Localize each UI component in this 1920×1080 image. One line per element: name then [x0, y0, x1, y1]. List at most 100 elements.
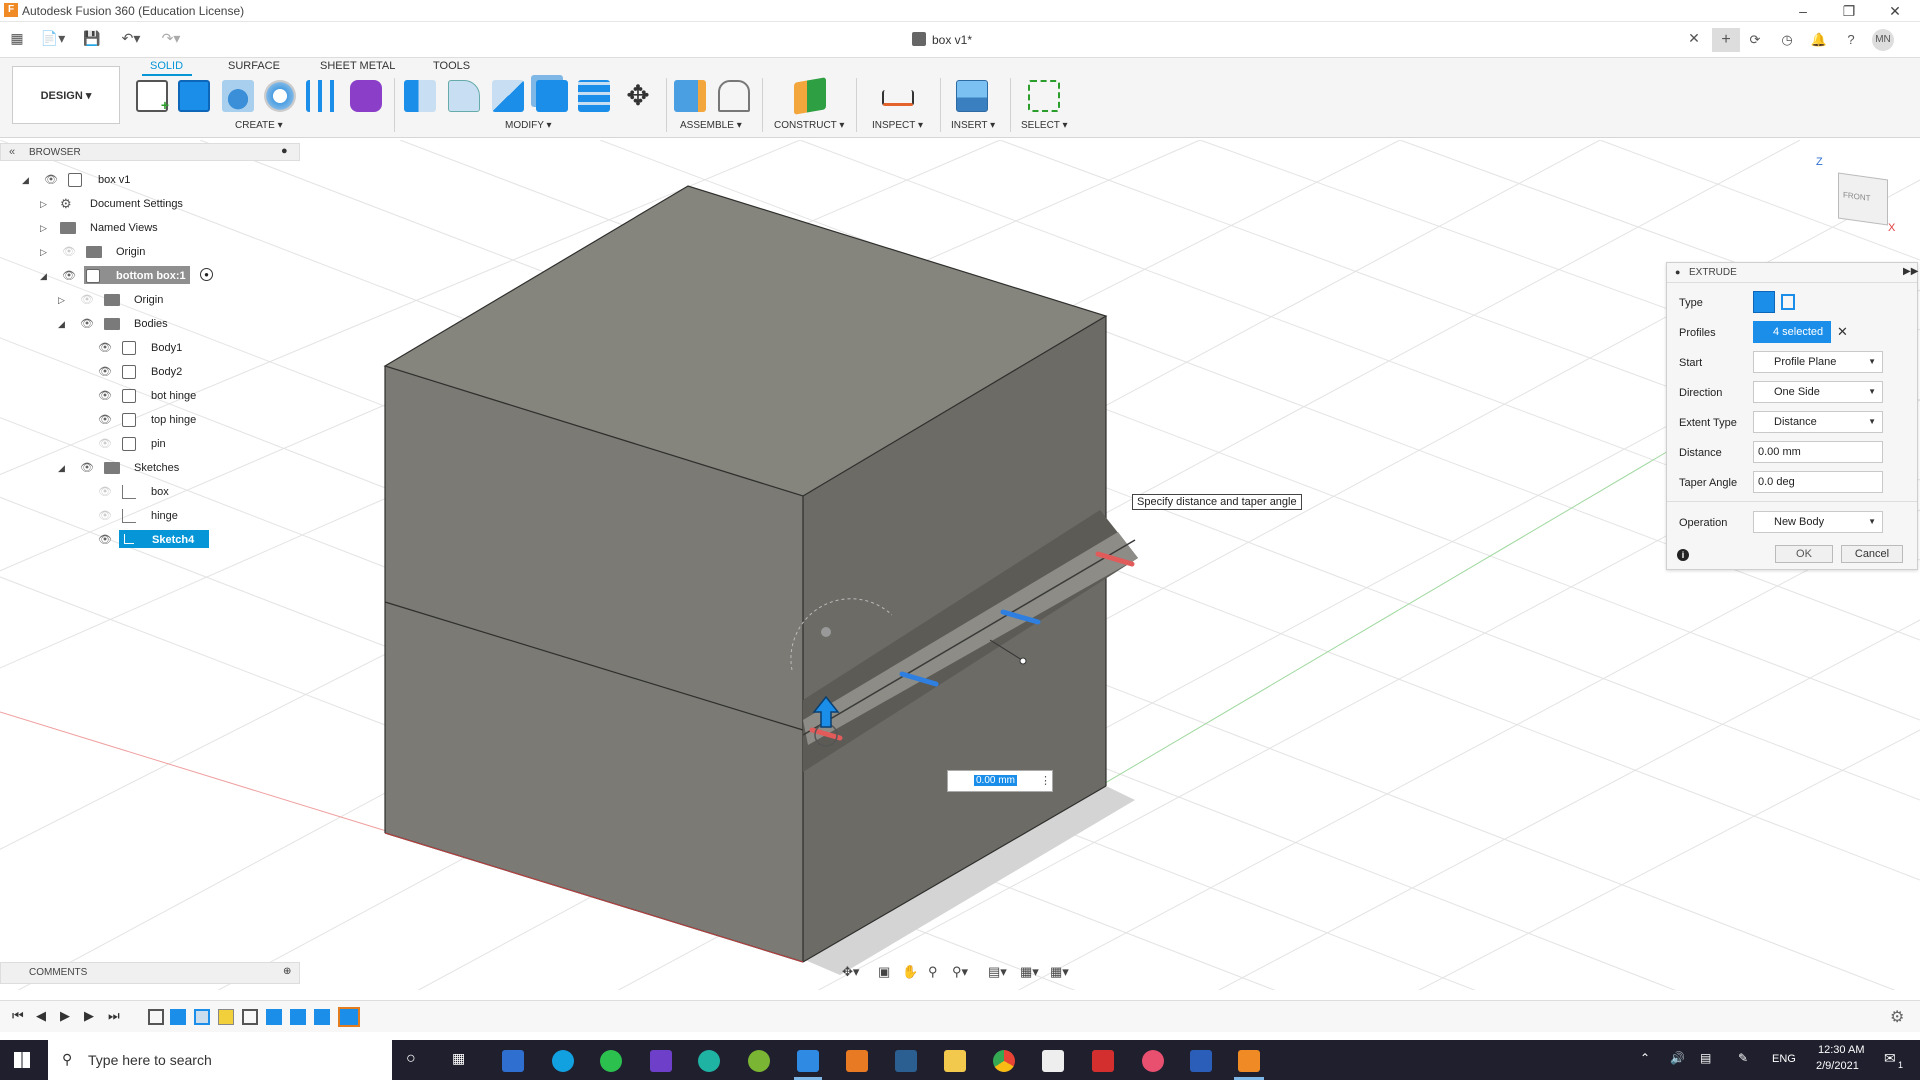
tree-row-component[interactable]: ◢ 👁 bottom box:1 ●	[0, 264, 300, 288]
visibility-eye-icon[interactable]: 👁	[98, 415, 112, 426]
tree-row-top-hinge[interactable]: 👁 top hinge	[0, 408, 300, 432]
distance-input-box[interactable]: 0.00 mm ⋮	[947, 770, 1053, 792]
hole-icon[interactable]	[264, 80, 296, 112]
timeline-sketch-icon[interactable]	[148, 1009, 164, 1025]
undo-icon[interactable]: ↶▾	[116, 30, 146, 50]
file-menu-icon[interactable]: 📄▾	[38, 30, 68, 50]
move-copy-icon[interactable]: ✥	[622, 80, 654, 112]
visibility-eye-icon[interactable]: 👁	[98, 439, 112, 450]
edge-legacy-icon[interactable]	[552, 1050, 574, 1072]
timeline-sketch-icon[interactable]	[242, 1009, 258, 1025]
insert-image-icon[interactable]	[956, 80, 988, 112]
joint-icon[interactable]	[718, 80, 750, 112]
tree-row-pin[interactable]: 👁 pin	[0, 432, 300, 456]
shell-icon[interactable]	[536, 80, 568, 112]
inkscape-icon[interactable]	[1042, 1050, 1064, 1072]
visibility-eye-icon[interactable]: 👁	[80, 319, 94, 330]
tab-tools[interactable]: TOOLS	[433, 60, 470, 72]
visibility-eye-icon[interactable]: 👁	[98, 367, 112, 378]
store-icon[interactable]	[502, 1050, 524, 1072]
type-solid-button[interactable]	[1753, 291, 1775, 313]
close-window-button[interactable]: ✕	[1872, 0, 1918, 22]
taper-angle-field[interactable]: 0.0 deg	[1753, 471, 1883, 493]
browser-options-icon[interactable]: ●	[281, 145, 288, 157]
tree-row-document-settings[interactable]: ▷ ⚙ Document Settings	[0, 192, 300, 216]
new-component-icon[interactable]	[674, 80, 706, 112]
file-explorer-icon[interactable]	[944, 1050, 966, 1072]
design-workspace-button[interactable]: DESIGN ▾	[12, 66, 120, 124]
operation-select[interactable]: New Body ▼	[1753, 511, 1883, 533]
visibility-eye-icon[interactable]: 👁	[44, 175, 58, 186]
tree-row-root[interactable]: ◢ 👁 box v1	[0, 168, 300, 192]
manipulator-dot[interactable]	[821, 627, 831, 637]
tree-row-body1[interactable]: 👁 Body1	[0, 336, 300, 360]
dimension-point[interactable]	[1019, 657, 1027, 665]
xbox-icon[interactable]	[748, 1050, 770, 1072]
fit-icon[interactable]: ⚲▾	[952, 964, 968, 980]
timeline-extrude-icon[interactable]	[266, 1009, 282, 1025]
more-options-icon[interactable]: ⋮	[1040, 774, 1051, 787]
assemble-group-label[interactable]: ASSEMBLE ▾	[680, 120, 742, 131]
collapse-triangle-icon[interactable]: ◢	[58, 319, 68, 329]
visual-studio-icon[interactable]	[650, 1050, 672, 1072]
visibility-eye-icon[interactable]: 👁	[62, 271, 76, 282]
mail-icon[interactable]	[797, 1050, 819, 1072]
visibility-eye-icon[interactable]: 👁	[80, 463, 94, 474]
start-select[interactable]: Profile Plane ▼	[1753, 351, 1883, 373]
steam-icon[interactable]	[895, 1050, 917, 1072]
rectangular-pattern-icon[interactable]	[306, 80, 338, 112]
taskbar-search-box[interactable]: ⚲ Type here to search	[48, 1040, 392, 1080]
add-comment-icon[interactable]: ⊕	[283, 966, 291, 977]
last-step-icon[interactable]: ⏭	[108, 1008, 120, 1024]
type-thin-button[interactable]	[1781, 294, 1795, 310]
create-group-label[interactable]: CREATE ▾	[235, 120, 283, 131]
orbit-icon[interactable]: ✥▾	[842, 964, 859, 980]
clock-date[interactable]: 2/9/2021	[1816, 1060, 1859, 1072]
action-center-icon[interactable]: ✉	[1884, 1050, 1896, 1067]
extent-type-select[interactable]: Distance ▼	[1753, 411, 1883, 433]
visibility-eye-icon[interactable]: 👁	[98, 343, 112, 354]
create-sketch-icon[interactable]: +	[136, 80, 169, 113]
tab-solid[interactable]: SOLID	[150, 60, 183, 72]
timeline-settings-gear-icon[interactable]: ⚙	[1890, 1007, 1904, 1027]
look-at-icon[interactable]: ▣	[878, 964, 890, 980]
pan-icon[interactable]: ✋	[902, 964, 918, 980]
user-avatar[interactable]: MN	[1872, 29, 1894, 51]
collapse-dialog-icon[interactable]: ●	[1675, 267, 1680, 277]
data-panel-grid-icon[interactable]: ▦	[8, 30, 26, 50]
expand-dialog-icon[interactable]: ▶▶	[1903, 266, 1918, 277]
viewcube-front-face[interactable]: FRONT	[1838, 172, 1888, 226]
whatsapp-icon[interactable]	[600, 1050, 622, 1072]
direction-select[interactable]: One Side ▼	[1753, 381, 1883, 403]
collapse-triangle-icon[interactable]: ◢	[40, 271, 50, 281]
play-icon[interactable]: ▶	[60, 1008, 70, 1024]
expand-triangle-icon[interactable]: ▷	[40, 223, 50, 233]
next-step-icon[interactable]: ▶	[84, 1008, 94, 1024]
document-tab-title[interactable]: box v1*	[932, 33, 972, 47]
chrome-icon[interactable]	[993, 1050, 1015, 1072]
timeline-extrude-icon[interactable]	[170, 1009, 186, 1025]
first-step-icon[interactable]: ⏮	[12, 1008, 24, 1024]
tree-row-body2[interactable]: 👁 Body2	[0, 360, 300, 384]
fusion-app-icon-alt[interactable]	[1142, 1050, 1164, 1072]
chamfer-icon[interactable]	[492, 80, 524, 112]
language-indicator[interactable]: ENG	[1772, 1053, 1796, 1065]
notifications-icon[interactable]: 🔔	[1808, 29, 1830, 51]
timeline-current-sketch-icon[interactable]	[338, 1007, 360, 1027]
timeline-extrude-icon[interactable]	[314, 1009, 330, 1025]
expand-triangle-icon[interactable]: ▷	[40, 199, 50, 209]
job-status-icon[interactable]: ◷	[1776, 29, 1798, 51]
offset-plane-icon[interactable]	[794, 77, 826, 115]
tab-surface[interactable]: SURFACE	[228, 60, 280, 72]
tree-row-named-views[interactable]: ▷ Named Views	[0, 216, 300, 240]
pen-icon[interactable]: ✎	[1738, 1051, 1748, 1065]
tree-row-sketches[interactable]: ◢ 👁 Sketches	[0, 456, 300, 480]
visibility-eye-icon[interactable]: 👁	[62, 247, 76, 258]
timeline-extrude-icon[interactable]	[290, 1009, 306, 1025]
select-group-label[interactable]: SELECT ▾	[1021, 120, 1068, 131]
revolve-icon[interactable]	[222, 80, 254, 112]
close-tab-icon[interactable]: ✕	[1684, 30, 1704, 50]
tree-row-bot-hinge[interactable]: 👁 bot hinge	[0, 384, 300, 408]
word-icon[interactable]	[1190, 1050, 1212, 1072]
fusion360-taskbar-icon[interactable]	[1238, 1050, 1260, 1072]
